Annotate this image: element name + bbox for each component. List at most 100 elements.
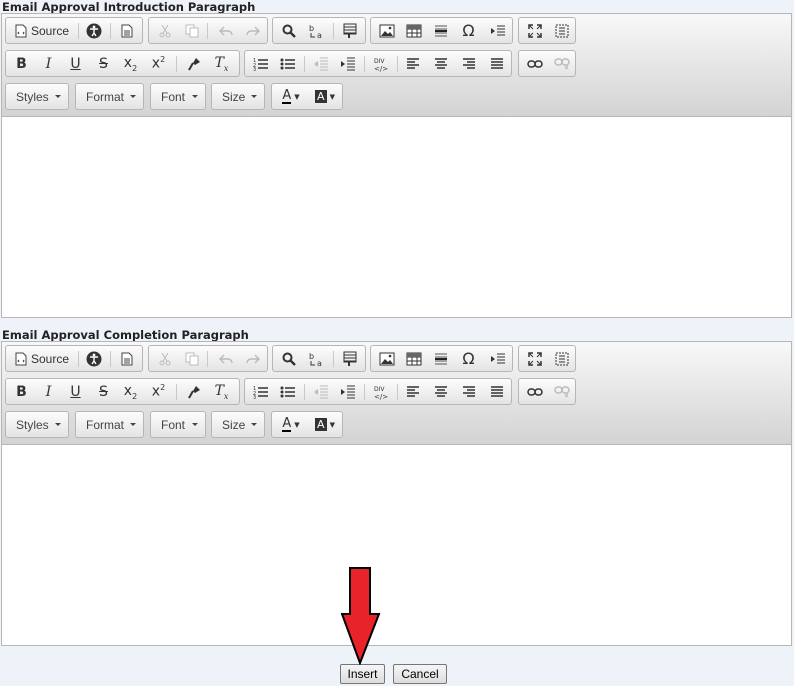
copy-formatting-button[interactable] (180, 51, 207, 76)
show-blocks-button[interactable] (548, 18, 575, 43)
copy-button[interactable] (178, 18, 205, 43)
indent-block-button[interactable] (484, 346, 511, 371)
bulleted-list-button[interactable] (274, 51, 301, 76)
numbered-list-button[interactable]: 123 (247, 51, 274, 76)
bulleted-list-button[interactable] (274, 379, 301, 404)
italic-button[interactable]: I (35, 51, 62, 76)
source-button[interactable]: Source (8, 18, 76, 43)
font-dropdown-label: Font (161, 417, 186, 432)
insert-button[interactable]: Insert (340, 664, 385, 684)
table-button[interactable] (400, 346, 427, 371)
underline-button[interactable]: U (62, 379, 89, 404)
create-div-button[interactable]: DIV </> (367, 51, 394, 76)
strikethrough-button[interactable]: S (90, 51, 117, 76)
link-button[interactable] (521, 379, 548, 404)
accessibility-button[interactable] (80, 18, 107, 43)
source-button[interactable]: Source (8, 346, 76, 371)
editor-content-area[interactable] (2, 445, 791, 645)
underline-button[interactable]: U (62, 51, 89, 76)
omega-icon: Ω (462, 349, 475, 368)
text-color-button[interactable]: A ▼ (275, 412, 307, 437)
remove-format-icon: Tx (214, 54, 229, 73)
size-dropdown[interactable]: Size (211, 411, 265, 438)
create-div-button[interactable]: DIV </> (367, 379, 394, 404)
outdent-button[interactable] (307, 51, 334, 76)
numbered-list-button[interactable]: 123 (247, 379, 274, 404)
maximize-button[interactable] (521, 346, 548, 371)
replace-button[interactable]: ba (303, 346, 330, 371)
replace-button[interactable]: ba (303, 18, 330, 43)
cut-button[interactable] (151, 346, 178, 371)
bold-button[interactable]: B (8, 379, 35, 404)
size-dropdown[interactable]: Size (211, 83, 265, 110)
superscript-button[interactable]: x2 (145, 379, 172, 404)
link-button[interactable] (521, 51, 548, 76)
format-dropdown[interactable]: Format (75, 411, 144, 438)
cancel-button[interactable]: Cancel (393, 664, 447, 684)
special-char-button[interactable]: Ω (455, 18, 482, 43)
justify-button[interactable] (483, 51, 510, 76)
align-right-button[interactable] (455, 379, 482, 404)
find-button[interactable] (275, 346, 302, 371)
source-icon (15, 24, 27, 38)
table-button[interactable] (400, 18, 427, 43)
bold-button[interactable]: B (8, 51, 35, 76)
horizontal-rule-button[interactable] (427, 18, 454, 43)
font-dropdown[interactable]: Font (150, 411, 206, 438)
redo-button[interactable] (239, 18, 266, 43)
preview-button[interactable] (113, 346, 140, 371)
image-button[interactable] (373, 18, 400, 43)
subscript-button[interactable]: x2 (117, 51, 144, 76)
strikethrough-button[interactable]: S (90, 379, 117, 404)
indent-block-button[interactable] (484, 18, 511, 43)
subscript-button[interactable]: x2 (117, 379, 144, 404)
find-button[interactable] (275, 18, 302, 43)
toolbar-separator (78, 351, 79, 367)
remove-format-button[interactable]: Tx (208, 51, 235, 76)
align-left-button[interactable] (399, 51, 426, 76)
text-color-button[interactable]: A ▼ (275, 84, 307, 109)
maximize-button[interactable] (521, 18, 548, 43)
editor-content-area[interactable] (2, 117, 791, 317)
outdent-button[interactable] (307, 379, 334, 404)
preview-button[interactable] (113, 18, 140, 43)
align-left-button[interactable] (399, 379, 426, 404)
image-button[interactable] (373, 346, 400, 371)
indent-button[interactable] (334, 379, 361, 404)
select-all-icon (343, 23, 357, 39)
justify-button[interactable] (483, 379, 510, 404)
align-center-button[interactable] (427, 379, 454, 404)
unlink-button[interactable] (548, 379, 575, 404)
show-blocks-button[interactable] (548, 346, 575, 371)
undo-button[interactable] (212, 346, 239, 371)
special-char-button[interactable]: Ω (455, 346, 482, 371)
horizontal-rule-button[interactable] (427, 346, 454, 371)
copy-button[interactable] (178, 346, 205, 371)
select-all-button[interactable] (336, 18, 363, 43)
background-color-button[interactable]: A ▼ (309, 84, 341, 109)
indent-button[interactable] (334, 51, 361, 76)
undo-button[interactable] (212, 18, 239, 43)
redo-button[interactable] (239, 346, 266, 371)
styles-dropdown[interactable]: Styles (5, 411, 69, 438)
styles-dropdown-label: Styles (16, 89, 49, 104)
toolbar-separator (176, 384, 177, 400)
styles-dropdown[interactable]: Styles (5, 83, 69, 110)
cut-button[interactable] (151, 18, 178, 43)
align-right-button[interactable] (455, 51, 482, 76)
remove-format-button[interactable]: Tx (208, 379, 235, 404)
editor-toolbar: Source b a Ω B I U Sx2 x2 Tx 1 2 3 DIV </> Styles Format… (2, 14, 791, 117)
chevron-down-icon (251, 423, 257, 426)
toolbar-group-document: Source (5, 345, 143, 372)
copy-formatting-button[interactable] (180, 379, 207, 404)
superscript-button[interactable]: x2 (145, 51, 172, 76)
accessibility-button[interactable] (80, 346, 107, 371)
font-dropdown[interactable]: Font (150, 83, 206, 110)
select-all-button[interactable] (336, 346, 363, 371)
align-center-button[interactable] (427, 51, 454, 76)
background-color-button[interactable]: A ▼ (309, 412, 341, 437)
italic-button[interactable]: I (35, 379, 62, 404)
svg-text:3: 3 (253, 67, 256, 71)
format-dropdown[interactable]: Format (75, 83, 144, 110)
unlink-button[interactable] (548, 51, 575, 76)
